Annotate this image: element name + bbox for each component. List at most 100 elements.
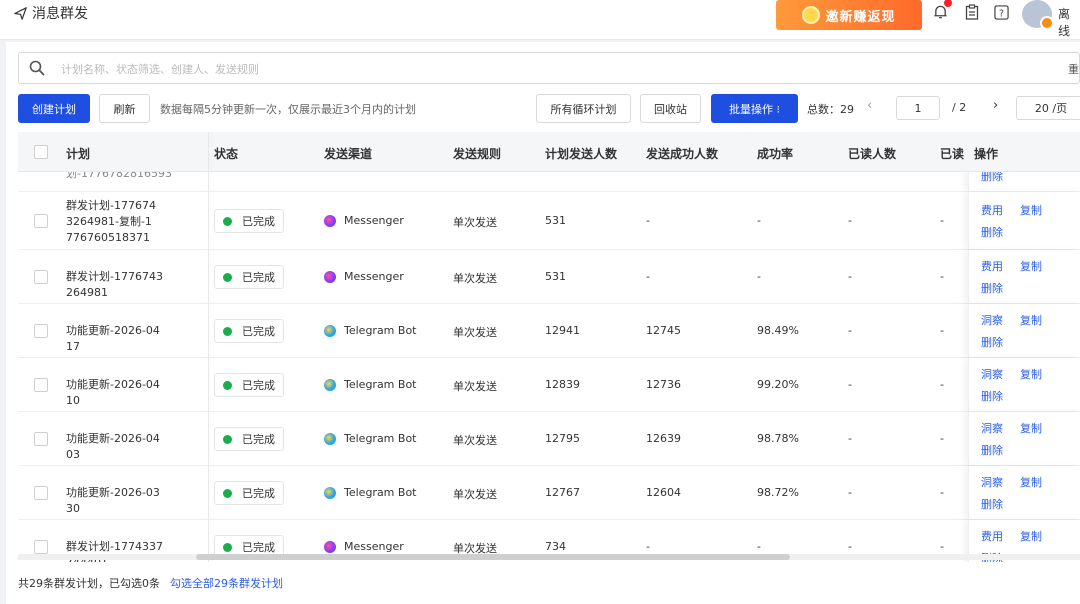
status-dot-icon (223, 434, 232, 444)
batch-actions-button[interactable]: 批量操作 ⁝ (711, 94, 798, 123)
send-rule: 单次发送 (453, 216, 497, 229)
column-header: 发送成功人数 (646, 147, 719, 161)
table-header: 计划 状态 发送渠道 发送规则 计划发送人数 发送成功人数 成功率 已读人数 已… (18, 132, 1080, 172)
status-text: 已完成 (242, 271, 275, 284)
row-checkbox[interactable] (34, 486, 48, 500)
channel-name: Telegram Bot (344, 486, 417, 499)
copy-link[interactable]: 复制 (1020, 312, 1042, 328)
channel-cell: Messenger (324, 540, 404, 553)
select-all-link[interactable]: 勾选全部29条群发计划 (170, 575, 283, 591)
plans-table: 计划 状态 发送渠道 发送规则 计划发送人数 发送成功人数 成功率 已读人数 已… (18, 132, 1080, 562)
create-plan-button[interactable]: 创建计划 (18, 94, 90, 123)
cost-link[interactable]: 费用 (981, 258, 1003, 274)
clipboard-button[interactable] (962, 2, 982, 22)
row-checkbox[interactable] (34, 270, 48, 284)
column-header: 状态 (214, 147, 239, 161)
promo-banner[interactable]: 邀新赚返现 (776, 0, 922, 30)
delete-link[interactable]: 删除 (981, 334, 1003, 350)
page-size-select[interactable]: 20 /页 (1016, 96, 1080, 120)
row-checkbox[interactable] (34, 214, 48, 228)
planned-count: 12795 (545, 432, 580, 445)
table-row: 群发计划-1776743264981 已完成 Messenger 单次发送 531 - - -… (18, 250, 1080, 304)
copy-link[interactable]: 复制 (1020, 202, 1042, 218)
read-count: - (848, 432, 852, 445)
plan-name[interactable]: 群发计划-1776743264981 (66, 269, 166, 301)
status-badge: 已完成 (214, 265, 284, 289)
horizontal-scrollbar[interactable] (196, 554, 790, 560)
telegram-icon (324, 486, 336, 499)
read-rate: - (940, 486, 944, 499)
planned-count: 12941 (545, 324, 580, 337)
plan-name[interactable]: 功能更新-2026-0330 (66, 485, 166, 517)
row-checkbox[interactable] (34, 540, 48, 554)
prev-page-icon[interactable]: ‹ (867, 98, 872, 113)
operations-cell: 洞察 复制删除 (968, 466, 1080, 519)
insight-link[interactable]: 洞察 (981, 474, 1003, 490)
row-checkbox[interactable] (34, 378, 48, 392)
cycle-plans-button[interactable]: 所有循环计划 (536, 94, 631, 123)
plan-name[interactable]: 功能更新-2026-0410 (66, 377, 166, 409)
plan-name[interactable]: 功能更新-2026-0403 (66, 431, 166, 463)
operations-cell: 删除 (968, 172, 1080, 191)
status-badge: 已完成 (214, 209, 284, 233)
delete-link[interactable]: 删除 (981, 224, 1003, 240)
status-dot-icon (223, 488, 232, 498)
fixed-column-divider (208, 132, 209, 562)
planned-count: 531 (545, 270, 566, 283)
insight-link[interactable]: 洞察 (981, 366, 1003, 382)
online-status: 离线 (1058, 7, 1071, 38)
help-button[interactable]: ? (991, 2, 1011, 22)
insight-link[interactable]: 洞察 (981, 312, 1003, 328)
column-header: 操作 (974, 147, 999, 161)
table-row-partial: 划-1776782816593 删除 (18, 172, 1080, 192)
delete-link[interactable]: 删除 (981, 388, 1003, 404)
plan-name[interactable]: 功能更新-2026-0417 (66, 323, 166, 355)
copy-link[interactable]: 复制 (1020, 420, 1042, 436)
page-input[interactable]: 1 (896, 96, 940, 120)
read-rate: - (940, 540, 944, 553)
table-row: 功能更新-2026-0410 已完成 Telegram Bot 单次发送 12839 12… (18, 358, 1080, 412)
copy-link[interactable]: 复制 (1020, 366, 1042, 382)
search-placeholder: 计划名称、状态筛选、创建人、发送规则 (61, 63, 259, 76)
delete-link[interactable]: 删除 (981, 442, 1003, 458)
telegram-icon (324, 324, 336, 337)
row-checkbox[interactable] (34, 324, 48, 338)
delete-link[interactable]: 删除 (981, 172, 1003, 184)
select-all-checkbox[interactable] (34, 145, 48, 159)
channel-name: Messenger (344, 540, 404, 553)
next-page-icon[interactable]: › (993, 98, 998, 113)
success-rate: 98.78% (757, 432, 799, 445)
search-icon (29, 60, 45, 76)
cost-link[interactable]: 费用 (981, 528, 1003, 544)
avatar[interactable] (1022, 0, 1054, 30)
operations-cell: 费用 复制删除 (968, 250, 1080, 303)
insight-link[interactable]: 洞察 (981, 420, 1003, 436)
cost-link[interactable]: 费用 (981, 202, 1003, 218)
recycle-bin-button[interactable]: 回收站 (640, 94, 701, 123)
read-rate: - (940, 214, 944, 227)
copy-link[interactable]: 复制 (1020, 258, 1042, 274)
refresh-button[interactable]: 刷新 (99, 94, 150, 123)
top-bar: 消息群发 邀新赚返现 ? 离线 (0, 0, 1080, 40)
plan-name: 划-1776782816593 (66, 172, 172, 180)
notification-button[interactable] (930, 0, 952, 22)
success-count: 12745 (646, 324, 681, 337)
column-header: 成功率 (757, 147, 794, 161)
total-count: 总数：29 (807, 103, 854, 116)
table-row: 功能更新-2026-0330 已完成 Telegram Bot 单次发送 12767 12… (18, 466, 1080, 520)
delete-link[interactable]: 删除 (981, 280, 1003, 296)
planned-count: 734 (545, 540, 566, 553)
operations-cell: 费用 复制删除 (968, 192, 1080, 249)
copy-link[interactable]: 复制 (1020, 474, 1042, 490)
search-extra-text: 重 (1068, 63, 1079, 76)
delete-link[interactable]: 删除 (981, 496, 1003, 512)
channel-cell: Messenger (324, 270, 404, 283)
planned-count: 531 (545, 214, 566, 227)
column-header: 计划发送人数 (545, 147, 618, 161)
search-input[interactable]: 计划名称、状态筛选、创建人、发送规则 重 (18, 52, 1080, 84)
row-checkbox[interactable] (34, 432, 48, 446)
copy-link[interactable]: 复制 (1020, 528, 1042, 544)
status-dot-icon (223, 380, 232, 390)
success-count: 12604 (646, 486, 681, 499)
plan-name[interactable]: 群发计划-1776743264981-复制-1776760518371 (66, 198, 158, 246)
